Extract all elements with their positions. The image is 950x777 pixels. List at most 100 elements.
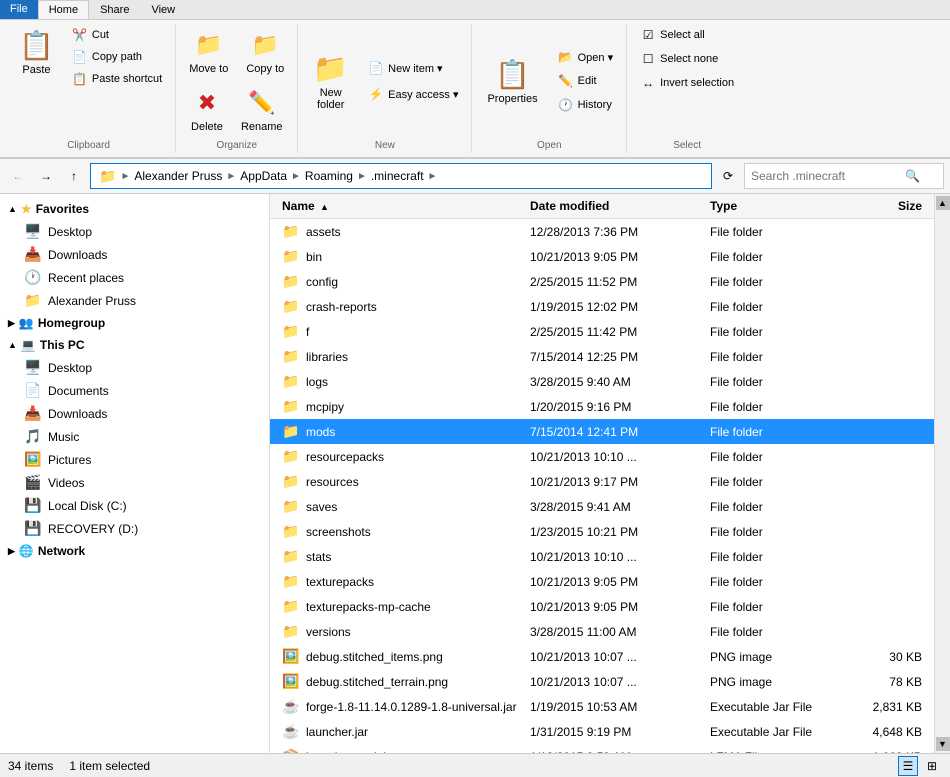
sidebar-item-pc-pictures[interactable]: 🖼️ Pictures bbox=[8, 448, 269, 471]
up-button[interactable]: ↑ bbox=[62, 164, 86, 188]
new-item-button[interactable]: 📄 New item ▾ bbox=[361, 57, 465, 79]
cut-button[interactable]: ✂️ Cut bbox=[65, 24, 169, 46]
details-view-button[interactable]: ☰ bbox=[898, 756, 918, 776]
sidebar-item-pc-music[interactable]: 🎵 Music bbox=[8, 425, 269, 448]
scroll-down[interactable]: ▼ bbox=[936, 737, 950, 751]
delete-button[interactable]: ✖ Delete bbox=[184, 82, 230, 138]
cut-label: Cut bbox=[92, 29, 109, 41]
sidebar-item-pc-downloads[interactable]: 📥 Downloads bbox=[8, 402, 269, 425]
tab-file[interactable]: File bbox=[0, 0, 38, 19]
table-row[interactable]: 🖼️ debug.stitched_terrain.png 10/21/2013… bbox=[270, 669, 934, 694]
ribbon-group-new: 📁 Newfolder 📄 New item ▾ ⚡ Easy access ▾… bbox=[298, 24, 472, 153]
header-name[interactable]: Name ▲ bbox=[278, 196, 526, 216]
sidebar-item-pc-d[interactable]: 💾 RECOVERY (D:) bbox=[8, 517, 269, 540]
table-row[interactable]: ☕ launcher.jar 1/31/2015 9:19 PM Executa… bbox=[270, 719, 934, 744]
file-name-cell: 📦 launcher.pack.lzma bbox=[278, 746, 526, 753]
history-icon: 🕐 bbox=[558, 97, 574, 113]
tab-view[interactable]: View bbox=[140, 0, 186, 19]
search-input[interactable] bbox=[751, 169, 901, 183]
path-user[interactable]: Alexander Pruss bbox=[134, 169, 222, 183]
rename-button[interactable]: ✏️ Rename bbox=[234, 82, 290, 138]
sidebar-network-header[interactable]: ▶ 🌐 Network bbox=[0, 540, 269, 562]
file-name: forge-1.8-11.14.0.1289-1.8-universal.jar bbox=[306, 700, 517, 714]
table-row[interactable]: 📁 resourcepacks 10/21/2013 10:10 ... Fil… bbox=[270, 444, 934, 469]
address-path[interactable]: 📁 ► Alexander Pruss ► AppData ► Roaming … bbox=[90, 163, 712, 189]
pc-pictures-icon: 🖼️ bbox=[24, 451, 42, 468]
table-row[interactable]: 📁 versions 3/28/2015 11:00 AM File folde… bbox=[270, 619, 934, 644]
table-row[interactable]: 📁 f 2/25/2015 11:42 PM File folder bbox=[270, 319, 934, 344]
sidebar-favorites-header[interactable]: ▲ ★ Favorites bbox=[0, 198, 269, 220]
large-icons-button[interactable]: ⊞ bbox=[922, 756, 942, 776]
sidebar-homegroup-header[interactable]: ▶ 👥 Homegroup bbox=[0, 312, 269, 334]
table-row[interactable]: 📁 bin 10/21/2013 9:05 PM File folder bbox=[270, 244, 934, 269]
table-row[interactable]: 🖼️ debug.stitched_items.png 10/21/2013 1… bbox=[270, 644, 934, 669]
favorites-arrow: ▲ bbox=[8, 204, 17, 214]
table-row[interactable]: 📁 saves 3/28/2015 9:41 AM File folder bbox=[270, 494, 934, 519]
scroll-up[interactable]: ▲ bbox=[936, 196, 950, 210]
table-row[interactable]: 📁 config 2/25/2015 11:52 PM File folder bbox=[270, 269, 934, 294]
open-group-label: Open bbox=[537, 138, 561, 153]
header-type[interactable]: Type bbox=[706, 196, 846, 216]
scrollbar[interactable]: ▲ ▼ bbox=[934, 194, 950, 753]
copy-to-button[interactable]: 📁 Copy to bbox=[239, 24, 291, 80]
file-name-cell: 📁 crash-reports bbox=[278, 296, 526, 317]
table-row[interactable]: 📁 stats 10/21/2013 10:10 ... File folder bbox=[270, 544, 934, 569]
sidebar-item-pc-desktop[interactable]: 🖥️ Desktop bbox=[8, 356, 269, 379]
table-row[interactable]: 📁 screenshots 1/23/2015 10:21 PM File fo… bbox=[270, 519, 934, 544]
desktop-icon: 🖥️ bbox=[24, 223, 42, 240]
header-date[interactable]: Date modified bbox=[526, 196, 706, 216]
easy-access-button[interactable]: ⚡ Easy access ▾ bbox=[361, 83, 465, 105]
sidebar-item-downloads[interactable]: 📥 Downloads bbox=[8, 243, 269, 266]
tab-share[interactable]: Share bbox=[89, 0, 140, 19]
table-row[interactable]: 📁 texturepacks-mp-cache 10/21/2013 9:05 … bbox=[270, 594, 934, 619]
invert-selection-button[interactable]: ↔ Invert selection bbox=[633, 72, 741, 94]
history-button[interactable]: 🕐 History bbox=[551, 94, 621, 116]
new-folder-button[interactable]: 📁 Newfolder bbox=[304, 47, 357, 116]
path-minecraft[interactable]: .minecraft bbox=[371, 169, 424, 183]
desktop-label: Desktop bbox=[48, 225, 92, 239]
sidebar-group-thispc: ▲ 💻 This PC 🖥️ Desktop 📄 Documents 📥 Dow… bbox=[0, 334, 269, 540]
file-name: versions bbox=[306, 625, 351, 639]
path-roaming[interactable]: Roaming bbox=[305, 169, 353, 183]
tab-home[interactable]: Home bbox=[38, 0, 89, 19]
easy-access-icon: ⚡ bbox=[368, 86, 384, 102]
open-button[interactable]: 📂 Open ▾ bbox=[551, 46, 621, 68]
header-size[interactable]: Size bbox=[846, 196, 926, 216]
table-row[interactable]: 📁 resources 10/21/2013 9:17 PM File fold… bbox=[270, 469, 934, 494]
back-button[interactable]: ← bbox=[6, 164, 30, 188]
table-row[interactable]: 📁 texturepacks 10/21/2013 9:05 PM File f… bbox=[270, 569, 934, 594]
file-type-cell: File folder bbox=[706, 223, 846, 241]
properties-button[interactable]: 📋 Properties bbox=[478, 53, 546, 110]
paste-shortcut-button[interactable]: 📋 Paste shortcut bbox=[65, 68, 169, 90]
path-appdata[interactable]: AppData bbox=[240, 169, 287, 183]
select-all-button[interactable]: ☑ Select all bbox=[633, 24, 712, 46]
file-name-cell: 📁 bin bbox=[278, 246, 526, 267]
select-none-button[interactable]: ☐ Select none bbox=[633, 48, 725, 70]
sidebar-item-recent[interactable]: 🕐 Recent places bbox=[8, 266, 269, 289]
table-row[interactable]: 📦 launcher.pack.lzma 1/18/2015 9:59 AM L… bbox=[270, 744, 934, 753]
sidebar-item-alexander[interactable]: 📁 Alexander Pruss bbox=[8, 289, 269, 312]
sidebar-item-desktop[interactable]: 🖥️ Desktop bbox=[8, 220, 269, 243]
table-row[interactable]: 📁 libraries 7/15/2014 12:25 PM File fold… bbox=[270, 344, 934, 369]
sidebar-thispc-header[interactable]: ▲ 💻 This PC bbox=[0, 334, 269, 356]
table-row[interactable]: 📁 assets 12/28/2013 7:36 PM File folder bbox=[270, 219, 934, 244]
table-row[interactable]: 📁 mcpipy 1/20/2015 9:16 PM File folder bbox=[270, 394, 934, 419]
table-row[interactable]: 📁 crash-reports 1/19/2015 12:02 PM File … bbox=[270, 294, 934, 319]
move-to-button[interactable]: 📁 Move to bbox=[182, 24, 235, 80]
table-row[interactable]: 📁 logs 3/28/2015 9:40 AM File folder bbox=[270, 369, 934, 394]
sidebar-item-pc-documents[interactable]: 📄 Documents bbox=[8, 379, 269, 402]
search-icon[interactable]: 🔍 bbox=[905, 169, 920, 183]
table-row[interactable]: ☕ forge-1.8-11.14.0.1289-1.8-universal.j… bbox=[270, 694, 934, 719]
table-row[interactable]: 📁 mods 7/15/2014 12:41 PM File folder bbox=[270, 419, 934, 444]
sidebar-item-pc-videos[interactable]: 🎬 Videos bbox=[8, 471, 269, 494]
sidebar-item-pc-c[interactable]: 💾 Local Disk (C:) bbox=[8, 494, 269, 517]
edit-button[interactable]: ✏️ Edit bbox=[551, 70, 621, 92]
copy-path-button[interactable]: 📄 Copy path bbox=[65, 46, 169, 68]
refresh-button[interactable]: ⟳ bbox=[716, 164, 740, 188]
file-size-cell bbox=[846, 255, 926, 259]
paste-button[interactable]: 📋 Paste bbox=[8, 24, 65, 81]
forward-button[interactable]: → bbox=[34, 164, 58, 188]
file-name: saves bbox=[306, 500, 337, 514]
sidebar-group-homegroup: ▶ 👥 Homegroup bbox=[0, 312, 269, 334]
file-icon: ☕ bbox=[282, 698, 300, 715]
